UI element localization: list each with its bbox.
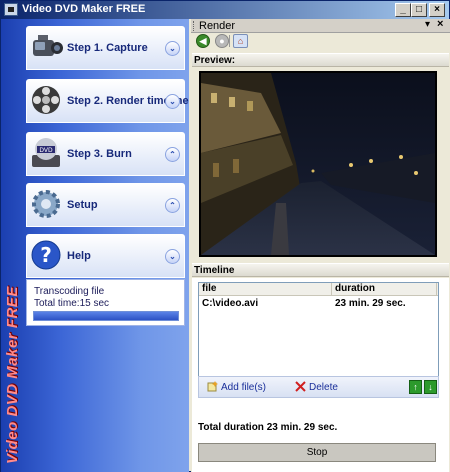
- task-burn-label: Step 3. Burn: [67, 148, 132, 160]
- add-files-label: Add file(s): [221, 382, 267, 393]
- progress-fill: [34, 312, 178, 320]
- dropdown-icon[interactable]: ▾: [425, 19, 430, 30]
- file-cell: C:\video.avi: [202, 298, 259, 309]
- add-file-icon: [207, 381, 218, 392]
- timeline-actions: Add file(s) Delete ↑ ↓: [198, 376, 439, 398]
- status-text: Transcoding file: [34, 286, 105, 297]
- render-panel: Render ▾ × ◀ ● ⌂ Preview: Timeline file …: [191, 18, 450, 472]
- task-setup[interactable]: Setup ⌃: [26, 183, 185, 227]
- maximize-button[interactable]: □: [411, 3, 427, 17]
- dvd-burn-icon: DVD: [32, 138, 60, 167]
- home-icon[interactable]: ⌂: [233, 34, 248, 48]
- task-capture-label: Step 1. Capture: [67, 42, 148, 54]
- task-setup-label: Setup: [67, 199, 98, 211]
- preview-image: [201, 73, 435, 255]
- close-button[interactable]: ×: [429, 3, 445, 17]
- chevron-up-icon[interactable]: ⌃: [165, 198, 180, 213]
- duration-cell: 23 min. 29 sec.: [335, 298, 406, 309]
- minimize-button[interactable]: _: [395, 3, 411, 17]
- chevron-up-icon[interactable]: ⌃: [165, 147, 180, 162]
- video-preview: [199, 71, 437, 257]
- delete-icon: [295, 381, 306, 392]
- panel-grip[interactable]: [193, 21, 196, 31]
- gear-icon: [32, 190, 60, 218]
- toolbar-separator: [229, 35, 230, 47]
- camcorder-icon: [33, 35, 63, 56]
- timeline-list[interactable]: file duration C:\video.avi 23 min. 29 se…: [198, 282, 439, 386]
- list-header: file duration: [199, 283, 438, 296]
- window-title: Video DVD Maker FREE: [22, 3, 146, 15]
- task-burn[interactable]: DVD Step 3. Burn ⌃: [26, 132, 185, 176]
- panel-header: Render ▾ ×: [191, 18, 450, 33]
- back-icon[interactable]: ◀: [196, 34, 210, 48]
- stop-button[interactable]: Stop: [198, 443, 436, 462]
- help-icon: ?: [31, 240, 61, 270]
- chevron-down-icon[interactable]: ⌄: [165, 41, 180, 56]
- stop-icon[interactable]: ●: [215, 34, 229, 48]
- task-render-timeline[interactable]: Step 2. Render timeline ⌄: [26, 79, 189, 123]
- add-files-button[interactable]: Add file(s): [207, 381, 266, 393]
- brand-text: Video DVD Maker FREE: [4, 286, 21, 464]
- progress-bar: [33, 311, 179, 321]
- delete-label: Delete: [309, 382, 338, 393]
- task-help-label: Help: [67, 250, 91, 262]
- total-time-text: Total time:15 sec: [34, 298, 110, 309]
- move-up-button[interactable]: ↑: [409, 380, 422, 394]
- move-down-button[interactable]: ↓: [424, 380, 437, 394]
- delete-button[interactable]: Delete: [295, 381, 338, 393]
- panel-title: Render: [199, 20, 236, 32]
- total-duration: Total duration 23 min. 29 sec.: [198, 422, 338, 433]
- title-bar[interactable]: Video DVD Maker FREE _ □ ×: [1, 1, 449, 19]
- sidebar-brand: Video DVD Maker FREE: [1, 19, 23, 472]
- status-panel: Transcoding file Total time:15 sec: [26, 279, 185, 326]
- task-capture[interactable]: Step 1. Capture ⌄: [26, 26, 185, 70]
- svg-text:DVD: DVD: [39, 147, 53, 154]
- timeline-section-title: Timeline: [192, 263, 449, 277]
- svg-text:?: ?: [40, 243, 52, 267]
- film-reel-icon: [32, 86, 60, 114]
- close-icon[interactable]: ×: [437, 18, 443, 30]
- panel-toolbar: ◀ ● ⌂: [191, 33, 450, 49]
- column-header-file[interactable]: file: [199, 283, 332, 296]
- chevron-down-icon[interactable]: ⌄: [165, 94, 180, 109]
- chevron-down-icon[interactable]: ⌄: [165, 249, 180, 264]
- app-window: Video DVD Maker FREE _ □ × Video DVD Mak…: [0, 0, 450, 472]
- preview-section-title: Preview:: [192, 53, 449, 67]
- column-header-duration[interactable]: duration: [332, 283, 437, 296]
- task-help[interactable]: ? Help ⌄: [26, 234, 185, 278]
- app-icon: [4, 3, 18, 16]
- table-row[interactable]: C:\video.avi 23 min. 29 sec.: [199, 298, 438, 311]
